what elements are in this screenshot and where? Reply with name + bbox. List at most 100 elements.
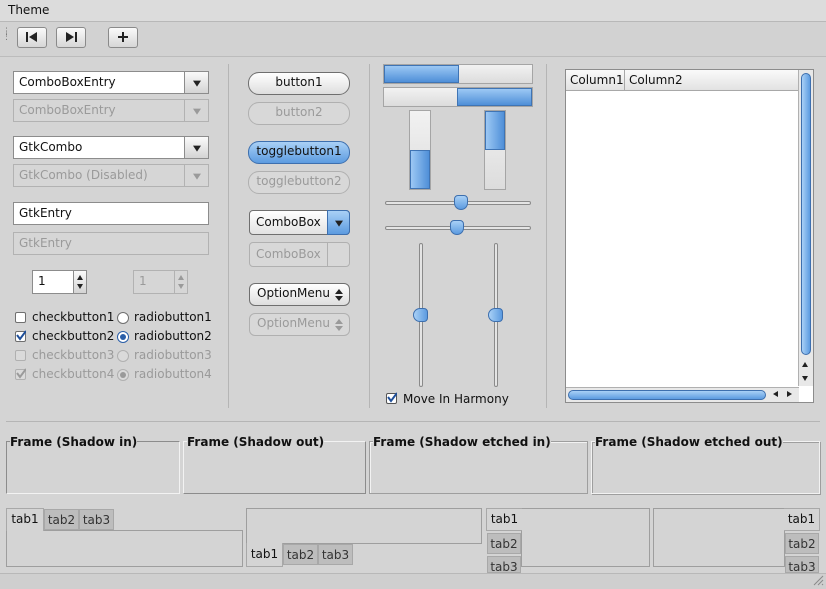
- vscale-1-handle[interactable]: [413, 308, 428, 322]
- go-last-button[interactable]: [56, 27, 86, 48]
- checkbutton2[interactable]: [15, 330, 26, 342]
- notebook-left-page: [521, 508, 650, 567]
- spin-input[interactable]: 1: [32, 270, 74, 294]
- checkmark-icon: [16, 330, 26, 341]
- notebook-bottom-tab2[interactable]: tab2: [283, 544, 318, 565]
- combobox-entry-disabled-dropdown: [184, 99, 209, 122]
- notebook-left-tab3[interactable]: tab3: [487, 556, 521, 573]
- notebook-bottom-tab3[interactable]: tab3: [318, 544, 353, 565]
- checkbutton3-label: checkbutton3: [32, 348, 115, 362]
- treeview[interactable]: Column1 Column2: [565, 69, 814, 403]
- notebook-right-tab2[interactable]: tab2: [785, 533, 819, 554]
- spin-disabled-input: 1: [133, 270, 175, 294]
- scroll-up-icon[interactable]: [799, 360, 812, 370]
- checkbutton4: [15, 368, 26, 380]
- add-button[interactable]: [108, 27, 138, 48]
- notebook-top-tab2[interactable]: tab2: [44, 509, 79, 530]
- frame-shadow-out-label: Frame (Shadow out): [187, 435, 325, 449]
- radio-dot-icon: [120, 334, 126, 340]
- radiobutton2-label: radiobutton2: [134, 329, 212, 343]
- radiobutton4-label: radiobutton4: [134, 367, 212, 381]
- radiobutton1[interactable]: [117, 312, 129, 324]
- combobox-dropdown-button[interactable]: [327, 210, 350, 235]
- combobox-entry-dropdown-button[interactable]: [184, 71, 209, 94]
- gtkentry-input[interactable]: GtkEntry: [13, 202, 209, 225]
- chevron-down-icon: [192, 80, 201, 87]
- hscale-2-handle[interactable]: [450, 220, 464, 235]
- separator: [228, 64, 229, 408]
- progress-fill: [384, 65, 459, 83]
- combobox-disabled-value: ComboBox: [256, 247, 321, 261]
- scroll-down-icon[interactable]: [799, 373, 812, 383]
- button1[interactable]: button1: [248, 72, 350, 95]
- updown-arrows-icon: [335, 289, 343, 301]
- checkbutton1[interactable]: [15, 312, 26, 323]
- checkbutton2-label: checkbutton2: [32, 329, 115, 343]
- menu-theme[interactable]: Theme: [8, 3, 49, 17]
- togglebutton1[interactable]: togglebutton1: [248, 141, 350, 164]
- radiobutton4: [117, 369, 129, 381]
- updown-arrows-icon: [335, 319, 343, 331]
- chevron-down-icon: [334, 220, 343, 227]
- toolbar-grip-icon[interactable]: ⋮⋮: [2, 28, 11, 46]
- spin-disabled-stepper: [174, 270, 188, 294]
- go-first-button[interactable]: [17, 27, 47, 48]
- vertical-scrollbar-thumb[interactable]: [801, 73, 811, 355]
- button2: button2: [248, 102, 350, 125]
- progressbar-horizontal-2: [383, 87, 533, 107]
- notebook-right-tab3[interactable]: tab3: [785, 556, 819, 573]
- statusbar: [0, 573, 826, 589]
- go-last-icon: [66, 32, 77, 42]
- checkbutton3: [15, 350, 26, 361]
- checkbutton4-label: checkbutton4: [32, 367, 115, 381]
- notebook-bottom-tab1[interactable]: tab1: [246, 543, 283, 567]
- frame-shadow-etched-in-label: Frame (Shadow etched in): [373, 435, 551, 449]
- add-icon: [118, 32, 128, 42]
- column1-header[interactable]: Column1: [566, 70, 625, 90]
- vertical-scrollbar[interactable]: [798, 70, 813, 386]
- radiobutton1-label: radiobutton1: [134, 310, 212, 324]
- progressbar-vertical-1: [409, 110, 431, 190]
- notebook-right-tab1[interactable]: tab1: [784, 508, 820, 531]
- radiobutton2[interactable]: [117, 331, 129, 343]
- horizontal-scrollbar-thumb[interactable]: [568, 390, 766, 400]
- scroll-right-icon[interactable]: [784, 388, 794, 401]
- notebook-top-page: [6, 530, 243, 567]
- chevron-down-icon: [192, 108, 201, 115]
- move-in-harmony-label: Move In Harmony: [403, 392, 509, 406]
- togglebutton2: togglebutton2: [248, 171, 350, 194]
- radio-dot-icon: [120, 372, 126, 378]
- gtkcombo-input[interactable]: GtkCombo: [13, 136, 185, 159]
- checkmark-icon: [387, 392, 397, 403]
- go-first-icon: [26, 32, 37, 42]
- gtkcombo-disabled-input: GtkCombo (Disabled): [13, 164, 185, 187]
- spin-stepper[interactable]: [73, 270, 87, 294]
- column2-label: Column2: [629, 73, 683, 87]
- notebook-top-tab1[interactable]: tab1: [6, 508, 44, 531]
- combobox[interactable]: ComboBox: [249, 210, 350, 235]
- combobox-entry-input[interactable]: ComboBoxEntry: [13, 71, 185, 94]
- hscale-1-handle[interactable]: [454, 195, 468, 210]
- resize-grip-icon[interactable]: [812, 574, 824, 586]
- horizontal-scrollbar[interactable]: [566, 387, 799, 402]
- notebook-left-tab1[interactable]: tab1: [486, 508, 522, 531]
- vscale-2-handle[interactable]: [488, 308, 503, 322]
- progressbar-vertical-2: [484, 110, 506, 190]
- gtkcombo-dropdown-button[interactable]: [184, 136, 209, 159]
- progress-fill: [485, 111, 505, 150]
- radiobutton3: [117, 350, 129, 362]
- optionmenu-value: OptionMenu: [257, 286, 330, 300]
- scroll-left-icon[interactable]: [771, 388, 781, 401]
- notebook-top-tab3[interactable]: tab3: [79, 509, 114, 530]
- notebook-left-tab2[interactable]: tab2: [487, 533, 521, 554]
- chevron-down-icon: [192, 145, 201, 152]
- move-in-harmony-checkbox[interactable]: [386, 392, 397, 404]
- optionmenu[interactable]: OptionMenu: [249, 283, 350, 306]
- menubar: Theme: [0, 0, 826, 22]
- checkbutton1-label: checkbutton1: [32, 310, 115, 324]
- separator: [546, 64, 547, 408]
- column2-header[interactable]: Column2: [625, 70, 795, 90]
- optionmenu-disabled-value: OptionMenu: [257, 316, 330, 330]
- radiobutton3-label: radiobutton3: [134, 348, 212, 362]
- progress-fill: [410, 150, 430, 189]
